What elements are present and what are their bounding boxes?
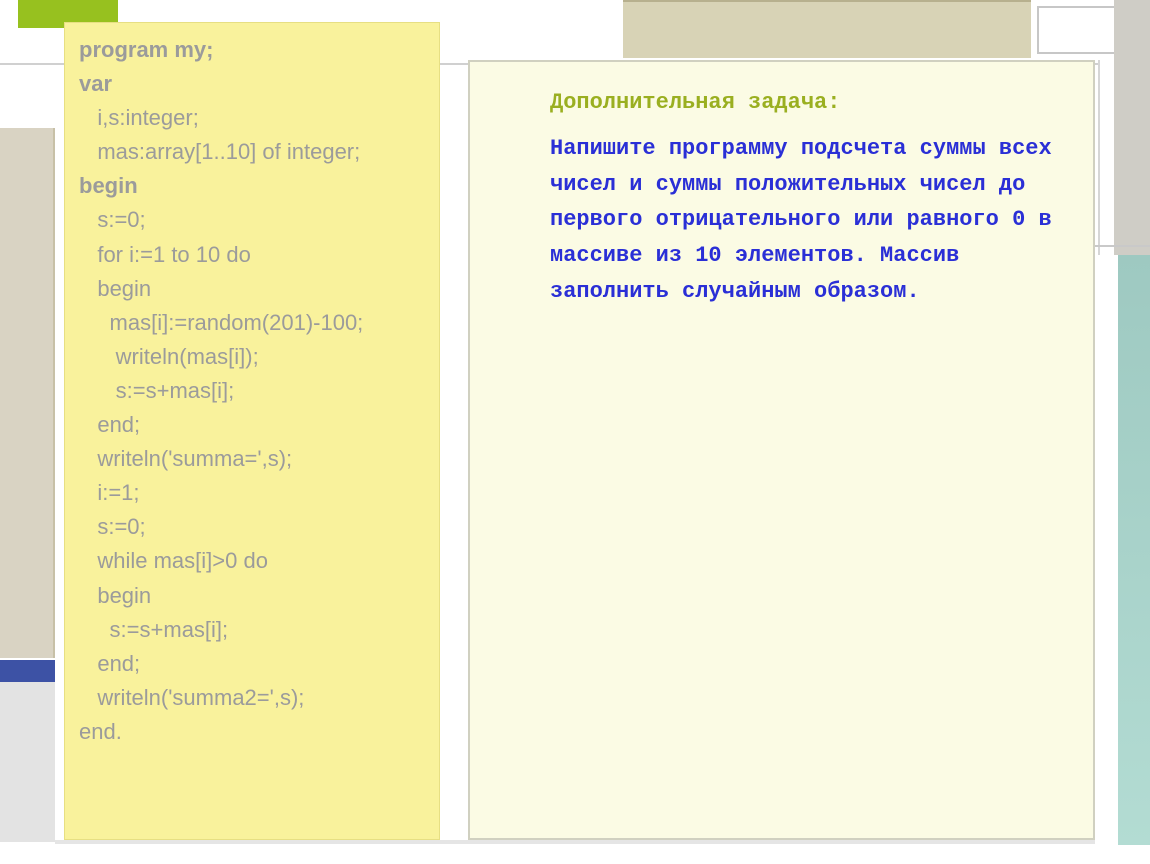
code-line: i,s:integer; [79,101,431,135]
code-line: begin [79,169,431,203]
deco-beige [623,0,1031,58]
code-line: for i:=1 to 10 do [79,238,431,272]
code-line: program my; [79,33,431,67]
code-line: begin [79,579,431,613]
code-line: mas:array[1..10] of integer; [79,135,431,169]
deco-frame [1037,6,1124,54]
code-line: end. [79,715,431,749]
code-line: s:=s+mas[i]; [79,613,431,647]
code-line: s:=0; [79,203,431,237]
code-line: var [79,67,431,101]
task-body: Напишите программу подсчета суммы всех ч… [550,131,1069,309]
code-line: end; [79,647,431,681]
slide: Дополнительная задача: Напишите программ… [0,0,1150,864]
code-line: mas[i]:=random(201)-100; [79,306,431,340]
code-line: s:=s+mas[i]; [79,374,431,408]
deco-grey-left [0,682,55,842]
task-panel: Дополнительная задача: Напишите программ… [468,60,1095,840]
deco-teal [1114,255,1150,845]
code-line: i:=1; [79,476,431,510]
code-line: writeln('summa=',s); [79,442,431,476]
deco-line-low [55,840,1095,844]
code-line: writeln('summa2=',s); [79,681,431,715]
deco-blue-left [0,660,55,682]
code-line: begin [79,272,431,306]
task-title: Дополнительная задача: [550,90,1069,115]
code-line: while mas[i]>0 do [79,544,431,578]
code-line: end; [79,408,431,442]
deco-grey-right [1114,0,1150,255]
code-line: writeln(mas[i]); [79,340,431,374]
code-line: s:=0; [79,510,431,544]
deco-taupe-left [0,128,55,658]
deco-white-right [1098,60,1114,255]
code-panel: program my;var i,s:integer; mas:array[1.… [64,22,440,840]
